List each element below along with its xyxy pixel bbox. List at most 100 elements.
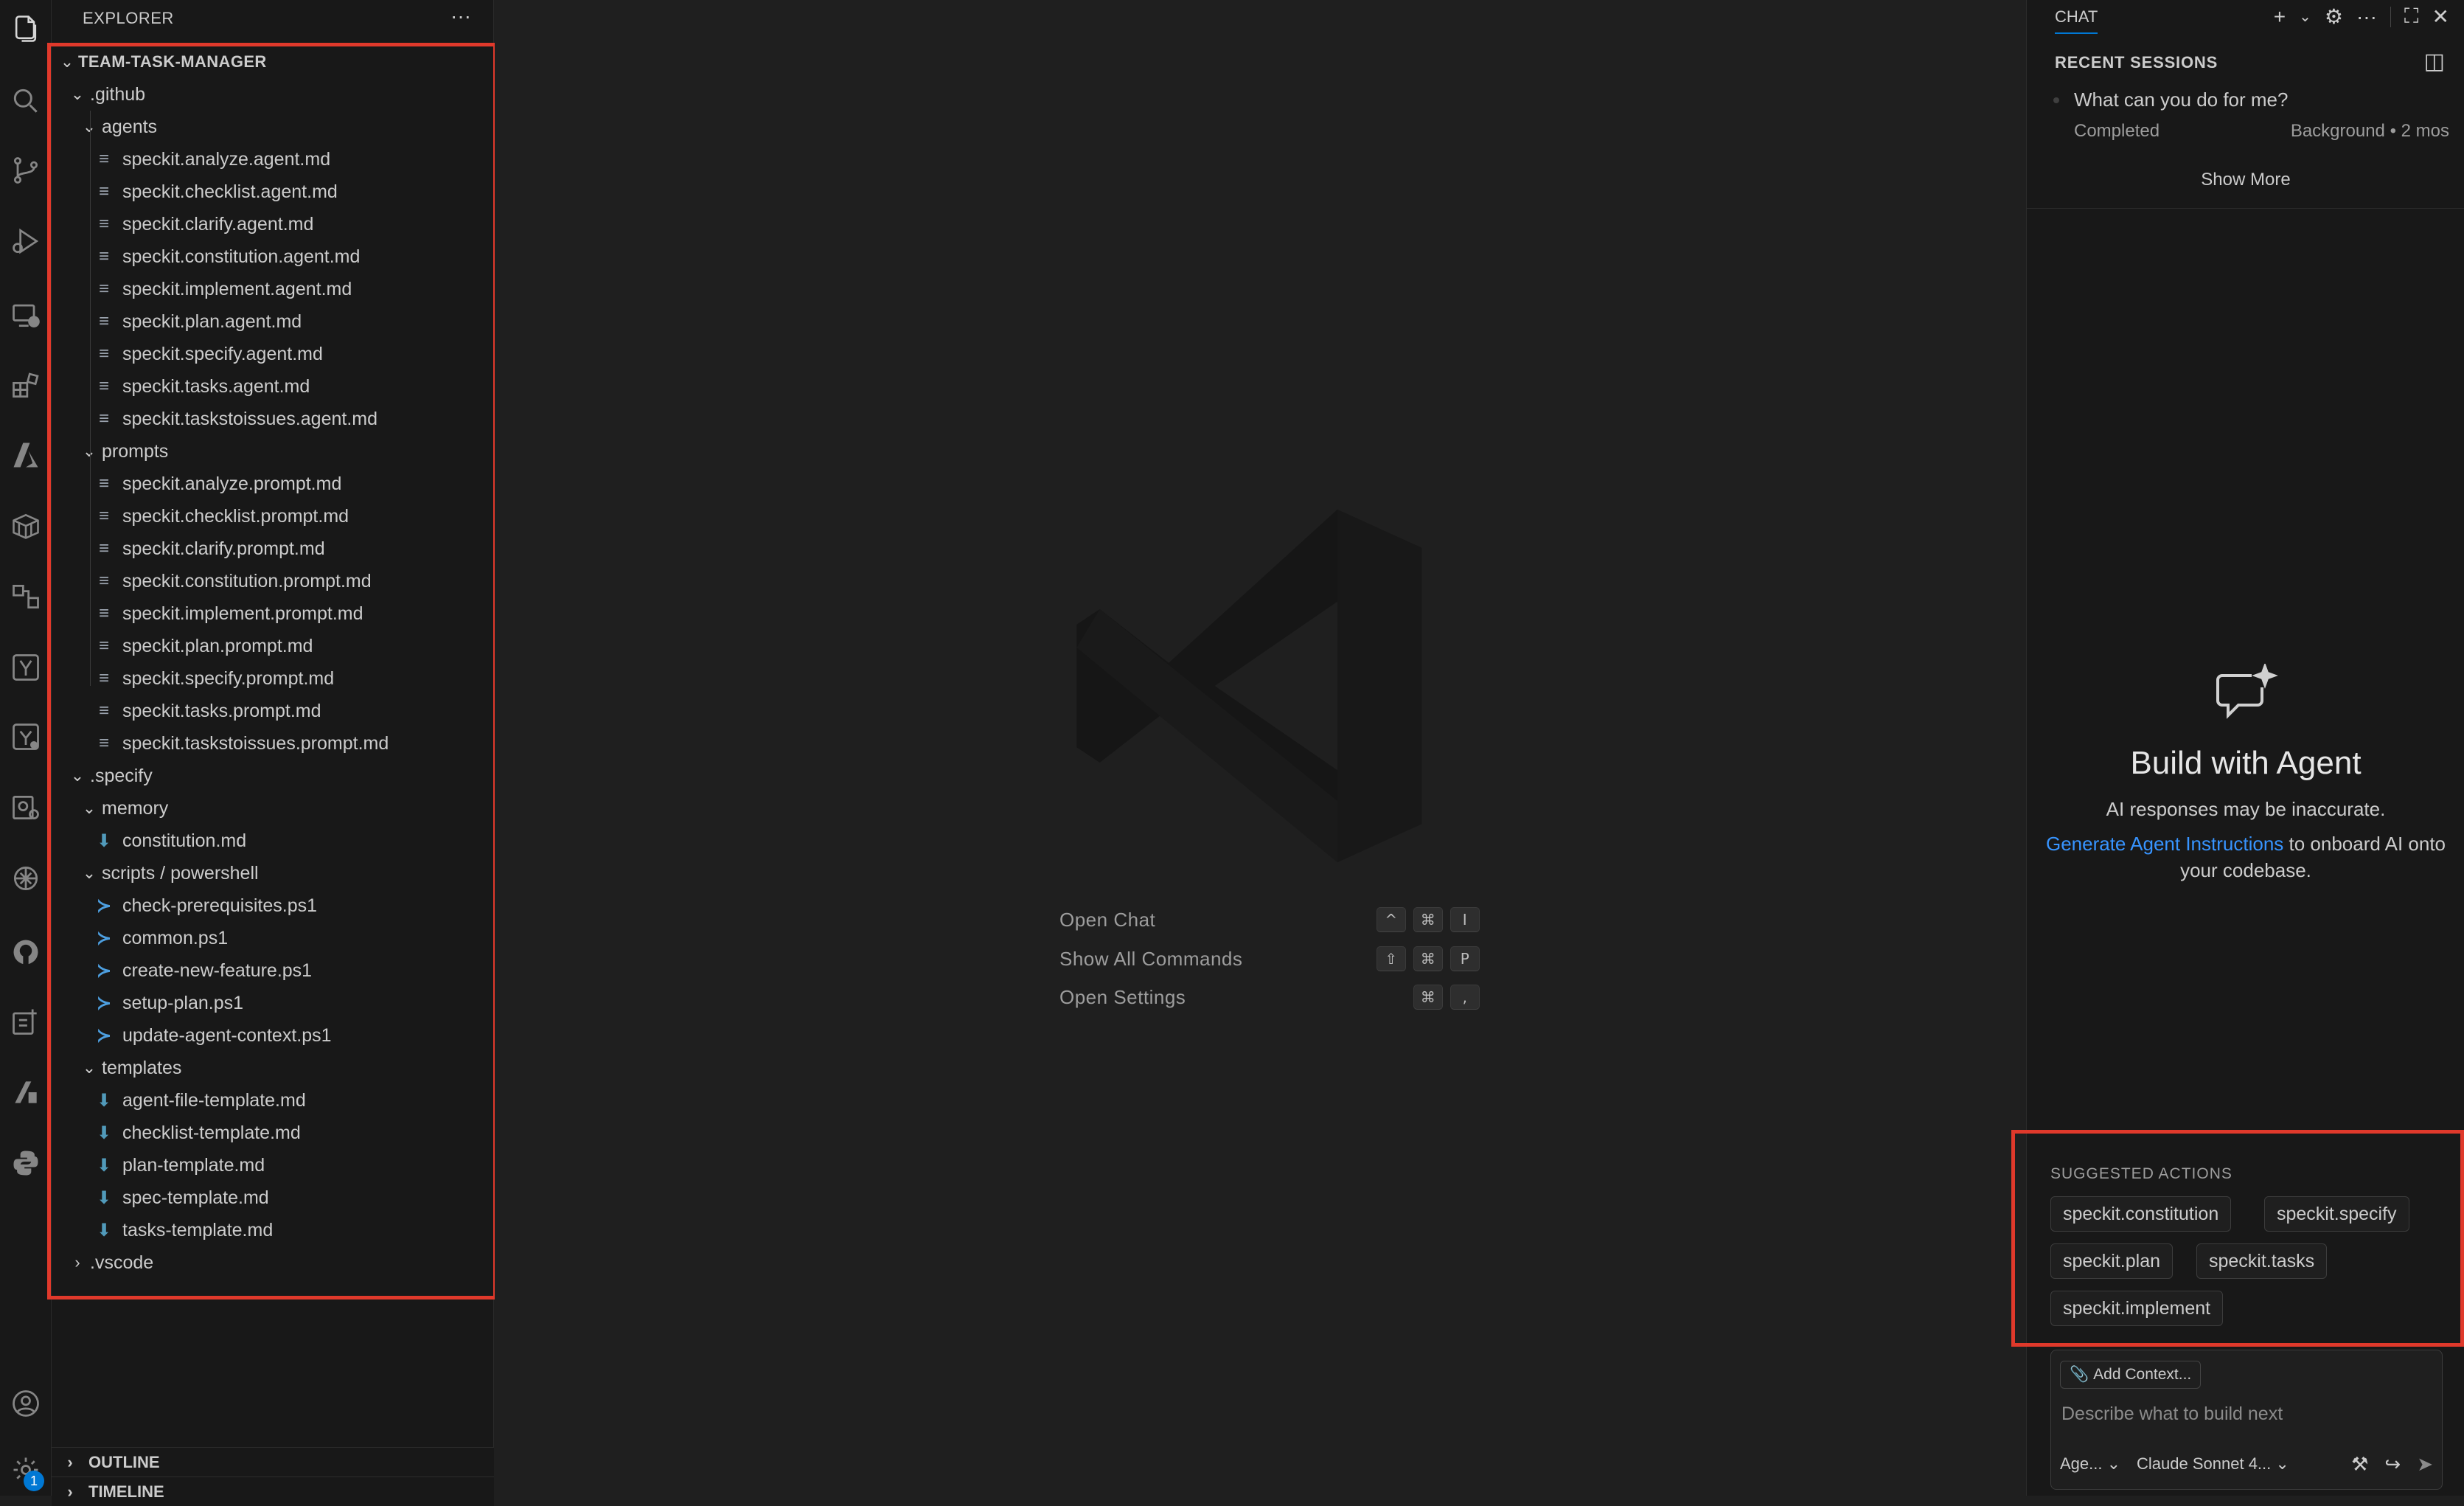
tree-file[interactable]: ≡ speckit.taskstoissues.agent.md	[52, 403, 494, 435]
tab-chat[interactable]: CHAT	[2055, 7, 2098, 34]
tree-file[interactable]: ≡ speckit.plan.agent.md	[52, 305, 494, 338]
suggested-action-chip[interactable]: speckit.specify	[2264, 1196, 2409, 1232]
tree-file[interactable]: ≡ speckit.analyze.agent.md	[52, 143, 494, 176]
tree-item-label: setup-plan.ps1	[122, 992, 244, 1013]
timeline-section[interactable]: › TIMELINE	[52, 1476, 494, 1506]
tree-file[interactable]: ≡ speckit.specify.prompt.md	[52, 662, 494, 695]
tree-folder[interactable]: ⌄ scripts / powershell	[52, 857, 494, 889]
model-picker[interactable]: Claude Sonnet 4... ⌄	[2137, 1454, 2289, 1474]
add-context-button[interactable]: 📎 Add Context...	[2060, 1361, 2202, 1389]
tree-file[interactable]: ≡ speckit.taskstoissues.prompt.md	[52, 727, 494, 760]
outline-section[interactable]: › OUTLINE	[52, 1447, 494, 1476]
github-actions-icon[interactable]	[0, 711, 52, 763]
tree-folder[interactable]: ⌄ .github	[52, 78, 494, 111]
search-icon[interactable]	[0, 75, 52, 127]
tree-file[interactable]: ⬇ agent-file-template.md	[52, 1084, 494, 1117]
chat-input-placeholder[interactable]: Describe what to build next	[2061, 1403, 2283, 1425]
azure-icon[interactable]	[0, 429, 52, 481]
sidebar-toggle-icon[interactable]: ◫	[2424, 49, 2445, 74]
markdown-file-icon: ≡	[98, 181, 109, 201]
chevron-down-icon: ⌄	[82, 864, 97, 882]
open-chat-shortcut[interactable]: Open Chat ^ ⌘ I	[1059, 905, 1480, 934]
open-settings-shortcut[interactable]: Open Settings ⌘ ,	[1059, 982, 1480, 1012]
tree-folder[interactable]: ⌄ prompts	[52, 435, 494, 468]
tree-item-label: speckit.clarify.agent.md	[122, 213, 314, 235]
tree-folder[interactable]: › .vscode	[52, 1246, 494, 1279]
suggested-action-chip[interactable]: speckit.constitution	[2050, 1196, 2232, 1232]
openai-icon[interactable]	[0, 853, 52, 904]
tree-file[interactable]: ⬇ tasks-template.md	[52, 1214, 494, 1246]
tree-folder[interactable]: ⌄ .specify	[52, 760, 494, 792]
tree-file[interactable]: ≡ speckit.tasks.prompt.md	[52, 695, 494, 727]
more-icon[interactable]: ···	[2356, 5, 2377, 29]
accounts-ext-icon[interactable]	[0, 782, 52, 833]
tree-folder[interactable]: ⌄ memory	[52, 792, 494, 825]
tree-file[interactable]: ≡ speckit.specify.agent.md	[52, 338, 494, 370]
tree-file[interactable]: ≡ speckit.plan.prompt.md	[52, 630, 494, 662]
tree-file[interactable]: ≻ check-prerequisites.ps1	[52, 889, 494, 922]
chat-input-box[interactable]: 📎 Add Context... Describe what to build …	[2050, 1350, 2443, 1490]
github-icon[interactable]	[0, 926, 52, 978]
project-manager-icon[interactable]	[0, 996, 52, 1047]
tree-file[interactable]: ≡ speckit.clarify.agent.md	[52, 208, 494, 240]
manage-icon[interactable]: 1	[0, 1444, 52, 1496]
source-control-icon[interactable]	[0, 145, 52, 196]
live-share-icon[interactable]	[0, 571, 52, 622]
suggested-action-chip[interactable]: speckit.plan	[2050, 1243, 2174, 1279]
close-icon[interactable]: ✕	[2432, 4, 2449, 29]
tree-file[interactable]: ≡ speckit.checklist.prompt.md	[52, 500, 494, 532]
more-actions-icon[interactable]: ···	[450, 4, 471, 28]
workspace-root[interactable]: ⌄ TEAM-TASK-MANAGER	[52, 46, 494, 78]
azure-ai-icon[interactable]	[0, 1066, 52, 1118]
run-debug-icon[interactable]	[0, 215, 52, 267]
show-more-button[interactable]: Show More	[2027, 170, 2464, 190]
tree-folder[interactable]: ⌄ templates	[52, 1052, 494, 1084]
tree-file[interactable]: ≡ speckit.implement.agent.md	[52, 273, 494, 305]
suggested-action-chip[interactable]: speckit.tasks	[2196, 1243, 2328, 1279]
paperclip-icon: 📎	[2070, 1366, 2089, 1383]
python-icon[interactable]	[0, 1137, 52, 1189]
remote-explorer-icon[interactable]	[0, 289, 52, 341]
kbd-key: P	[1450, 946, 1480, 971]
maximize-icon[interactable]: ⛶	[2404, 4, 2419, 29]
mode-picker[interactable]: Age... ⌄	[2060, 1454, 2120, 1474]
testing-icon[interactable]	[0, 642, 52, 693]
tree-file[interactable]: ≡ speckit.tasks.agent.md	[52, 370, 494, 403]
show-all-commands-shortcut[interactable]: Show All Commands ⇧ ⌘ P	[1059, 944, 1480, 974]
tree-file[interactable]: ≡ speckit.constitution.agent.md	[52, 240, 494, 273]
suggested-action-chip[interactable]: speckit.implement	[2050, 1291, 2224, 1326]
accounts-icon[interactable]	[0, 1378, 52, 1429]
markdown-file-icon: ⬇	[96, 1155, 112, 1176]
markdown-file-icon: ≡	[98, 279, 109, 299]
generate-agent-instructions-link[interactable]: Generate Agent Instructions	[2046, 833, 2283, 855]
chevron-down-icon[interactable]: ⌄	[2299, 7, 2311, 26]
tree-file[interactable]: ⬇ checklist-template.md	[52, 1117, 494, 1149]
tree-file[interactable]: ≡ speckit.analyze.prompt.md	[52, 468, 494, 500]
gear-icon[interactable]: ⚙	[2325, 4, 2343, 29]
delegate-icon[interactable]: ↪	[2384, 1453, 2401, 1476]
files-icon[interactable]	[0, 3, 52, 55]
new-chat-icon[interactable]: +	[2274, 5, 2286, 29]
containers-icon[interactable]	[0, 500, 52, 552]
shortcut-label: Open Chat	[1059, 908, 1156, 931]
tree-file[interactable]: ⬇ constitution.md	[52, 825, 494, 857]
tree-item-label: speckit.plan.prompt.md	[122, 635, 313, 656]
suggested-actions-title: SUGGESTED ACTIONS	[2050, 1165, 2232, 1182]
tools-icon[interactable]: ⚒	[2351, 1453, 2368, 1476]
tree-file[interactable]: ≡ speckit.constitution.prompt.md	[52, 565, 494, 597]
extensions-icon[interactable]	[0, 360, 52, 412]
session-title[interactable]: What can you do for me?	[2074, 89, 2288, 111]
tree-file[interactable]: ≡ speckit.clarify.prompt.md	[52, 532, 494, 565]
send-icon[interactable]: ➤	[2417, 1453, 2433, 1476]
tree-folder[interactable]: ⌄ agents	[52, 111, 494, 143]
tree-file[interactable]: ≡ speckit.checklist.agent.md	[52, 176, 494, 208]
tree-file[interactable]: ≻ common.ps1	[52, 922, 494, 954]
tree-file[interactable]: ≻ update-agent-context.ps1	[52, 1019, 494, 1052]
tree-file[interactable]: ⬇ spec-template.md	[52, 1181, 494, 1214]
tree-file[interactable]: ≻ setup-plan.ps1	[52, 987, 494, 1019]
tree-file[interactable]: ≻ create-new-feature.ps1	[52, 954, 494, 987]
tree-file[interactable]: ⬇ plan-template.md	[52, 1149, 494, 1181]
powershell-file-icon: ≻	[96, 1025, 112, 1046]
outline-label: OUTLINE	[88, 1452, 160, 1471]
tree-file[interactable]: ≡ speckit.implement.prompt.md	[52, 597, 494, 630]
